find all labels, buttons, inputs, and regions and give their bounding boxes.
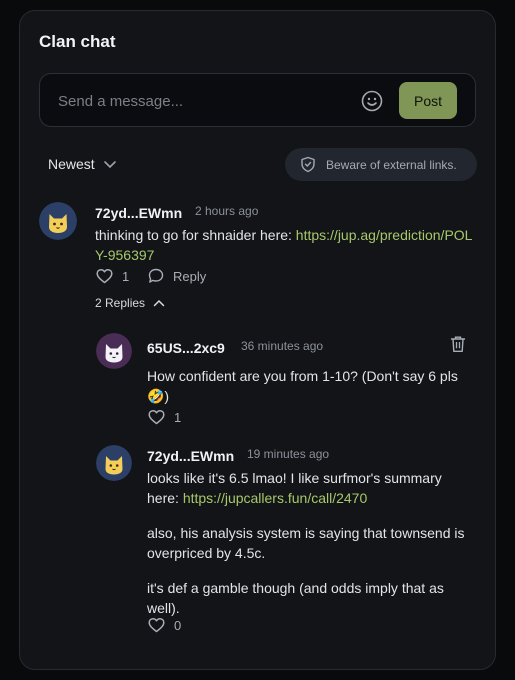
reply-text: looks like it's 6.5 lmao! I like surfmor… <box>147 468 475 618</box>
reply-like-count: 1 <box>174 409 182 425</box>
chevron-up-icon <box>153 299 165 307</box>
heart-icon <box>148 617 165 633</box>
reply-text: How confident are you from 1-10? (Don't … <box>147 368 458 404</box>
chevron-down-icon <box>103 159 117 169</box>
reply-button[interactable]: Reply <box>148 268 206 284</box>
page-title: Clan chat <box>39 32 116 51</box>
reply-label: Reply <box>173 268 207 284</box>
heart-icon <box>148 409 165 425</box>
reply-like-button[interactable]: 0 <box>148 617 181 633</box>
post-button[interactable]: Post <box>399 82 457 119</box>
reply-paragraph: also, his analysis system is saying that… <box>147 525 465 561</box>
reply-link[interactable]: https://jupcallers.fun/call/2470 <box>183 490 367 506</box>
sort-label: Newest <box>48 156 95 172</box>
shield-icon <box>300 156 316 173</box>
reply-like-count: 0 <box>174 617 182 633</box>
warning-text: Beware of external links. <box>326 157 457 172</box>
replies-toggle[interactable]: 2 Replies <box>95 296 165 310</box>
reply-like-button[interactable]: 1 <box>148 409 181 425</box>
reply-time: 36 minutes ago <box>241 339 324 353</box>
clan-chat-panel: Clan chat Post Newest Beware of external… <box>19 10 496 670</box>
like-button[interactable]: 1 <box>96 268 129 284</box>
emoji-icon[interactable] <box>361 90 383 112</box>
comment-author[interactable]: 72yd...EWmn <box>95 205 182 221</box>
heart-icon <box>96 268 113 284</box>
message-input[interactable] <box>58 88 348 114</box>
reply-time: 19 minutes ago <box>247 447 330 461</box>
reply-paragraph: it's def a gamble though (and odds imply… <box>147 580 444 616</box>
external-links-warning: Beware of external links. <box>285 148 477 181</box>
reply-author[interactable]: 65US...2xc9 <box>147 340 225 356</box>
comment-time: 2 hours ago <box>195 204 259 218</box>
chat-bubble-icon <box>148 268 164 284</box>
reply-author[interactable]: 72yd...EWmn <box>147 448 234 464</box>
like-count: 1 <box>122 268 130 284</box>
yellow-cat-avatar[interactable] <box>39 202 77 240</box>
sort-dropdown[interactable]: Newest <box>48 156 117 172</box>
replies-count-label: 2 Replies <box>95 296 146 310</box>
comment-text: thinking to go for shnaider here: https:… <box>95 227 473 263</box>
white-cat-avatar[interactable] <box>96 333 132 369</box>
message-composer: Post <box>39 73 476 127</box>
yellow-cat-avatar[interactable] <box>96 445 132 481</box>
trash-icon[interactable] <box>450 335 466 353</box>
